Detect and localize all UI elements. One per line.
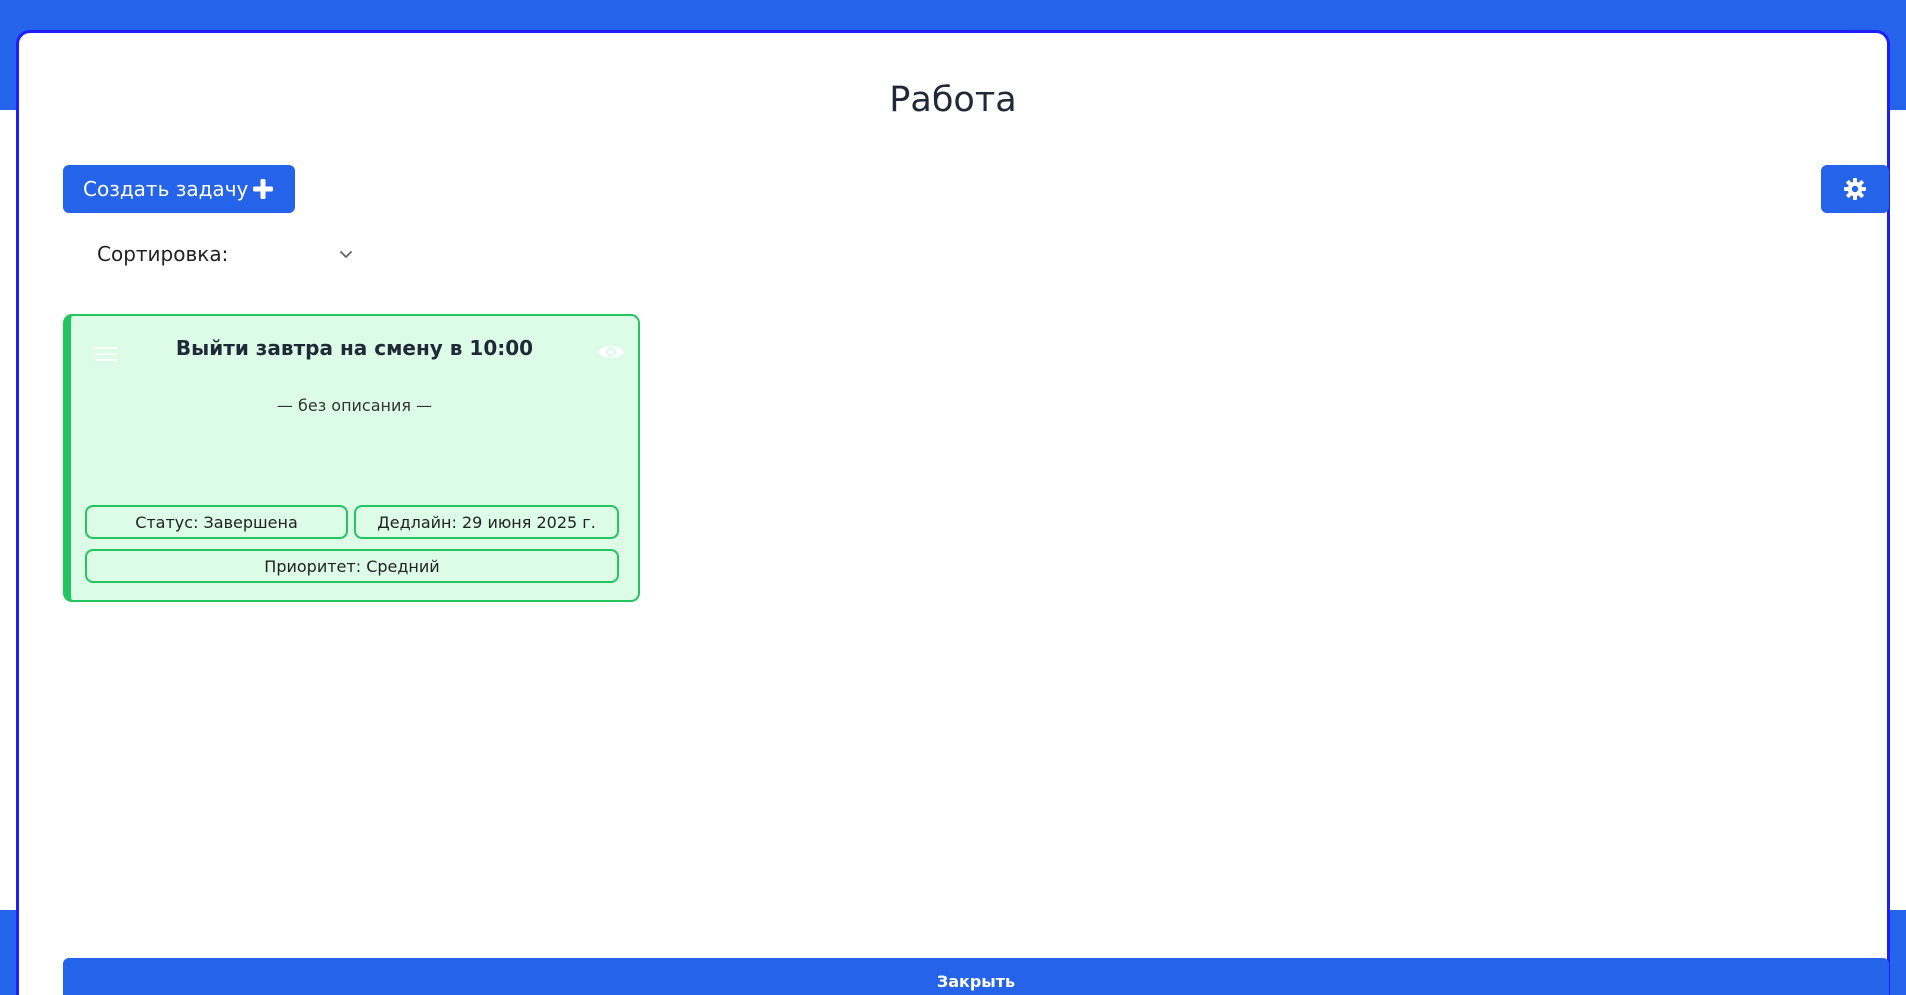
task-title: Выйти завтра на смену в 10:00 bbox=[175, 336, 534, 360]
chevron-down-icon bbox=[340, 251, 352, 258]
priority-badge: Приоритет: Средний bbox=[85, 549, 619, 583]
close-button[interactable]: Закрыть bbox=[63, 958, 1889, 995]
status-badge: Статус: Завершена bbox=[85, 505, 348, 539]
task-list-modal: Работа Создать задачу Сортировка: Выйти … bbox=[16, 30, 1890, 995]
deadline-badge: Дедлайн: 29 июня 2025 г. bbox=[354, 505, 619, 539]
create-task-button[interactable]: Создать задачу bbox=[63, 165, 295, 213]
sort-select[interactable]: Сортировка: bbox=[79, 236, 369, 272]
gear-icon bbox=[1844, 178, 1866, 200]
modal-title: Работа bbox=[889, 80, 1017, 120]
eye-icon[interactable] bbox=[597, 340, 625, 364]
settings-button[interactable] bbox=[1821, 165, 1889, 213]
create-task-label: Создать задачу bbox=[83, 177, 249, 201]
plus-icon bbox=[253, 179, 273, 199]
task-description: — без описания — bbox=[276, 396, 433, 415]
sort-label: Сортировка: bbox=[97, 242, 229, 266]
task-card[interactable]: Выйти завтра на смену в 10:00 — без опис… bbox=[63, 314, 640, 602]
